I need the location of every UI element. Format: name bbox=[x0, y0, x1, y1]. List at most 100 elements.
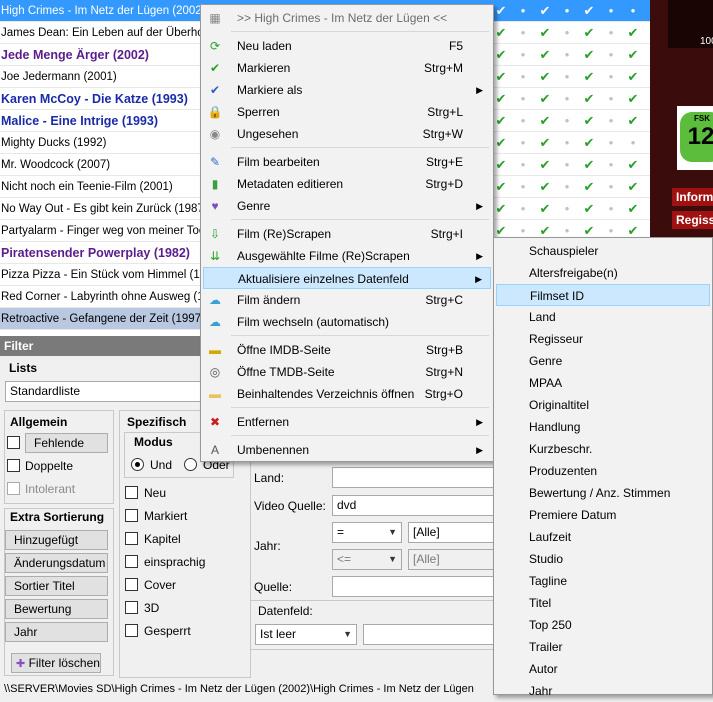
jahr-operator-1-select[interactable]: = ▼ bbox=[332, 522, 402, 543]
menu-item-film-ändern[interactable]: ☁ Film ändern Strg+C bbox=[203, 289, 491, 311]
3d-checkbox[interactable] bbox=[125, 601, 138, 614]
dot-icon: ● bbox=[564, 28, 570, 37]
submenu-item[interactable]: Tagline bbox=[496, 570, 710, 592]
menu-item-film-re-scrapen[interactable]: ⇩ Film (Re)Scrapen Strg+I bbox=[203, 223, 491, 245]
submenu-item[interactable]: Bewertung / Anz. Stimmen bbox=[496, 482, 710, 504]
submenu-item[interactable]: Genre bbox=[496, 350, 710, 372]
menu-separator bbox=[231, 147, 489, 148]
submenu-item[interactable]: Titel bbox=[496, 592, 710, 614]
menu-item-markiere-als[interactable]: ✔ Markiere als ▶ bbox=[203, 79, 491, 101]
check-icon: ✔ bbox=[495, 157, 507, 172]
intolerant-checkbox[interactable] bbox=[7, 482, 20, 495]
poster-thumbnail[interactable]: 100 bbox=[668, 0, 713, 48]
director-button[interactable]: Regiss bbox=[672, 211, 713, 229]
jahr-operator-2-select[interactable]: <= ▼ bbox=[332, 549, 402, 570]
fsk-rating-box: FSK 12 bbox=[677, 106, 713, 170]
menu-item-film-wechseln-automatisch[interactable]: ☁ Film wechseln (automatisch) bbox=[203, 311, 491, 333]
submenu-item[interactable]: Autor bbox=[496, 658, 710, 680]
datenfeld-operator-select[interactable]: Ist leer ▼ bbox=[255, 624, 357, 645]
menu-item-beinhaltendes-verzeichnis-öffnen[interactable]: ▬ Beinhaltendes Verzeichnis öffnen Strg+O bbox=[203, 383, 491, 405]
submenu-item-label: Studio bbox=[529, 552, 564, 566]
info-button[interactable]: Inform bbox=[672, 188, 713, 206]
land-field[interactable] bbox=[332, 467, 502, 488]
menu-item-film-bearbeiten[interactable]: ✎ Film bearbeiten Strg+E bbox=[203, 151, 491, 173]
neu-checkbox[interactable] bbox=[125, 486, 138, 499]
menu-item-neu-laden[interactable]: ⟳ Neu laden F5 bbox=[203, 35, 491, 57]
submenu-item[interactable]: Land bbox=[496, 306, 710, 328]
movie-title: Nicht noch ein Teenie-Film (2001) bbox=[1, 181, 173, 193]
submenu-item-label: Kurzbeschr. bbox=[529, 442, 593, 456]
check-icon: ✔ bbox=[583, 91, 595, 106]
check-icon: ✔ bbox=[495, 201, 507, 216]
jahr-value-1-select[interactable]: [Alle] bbox=[408, 522, 502, 543]
dot-icon: ● bbox=[564, 94, 570, 103]
submenu-item[interactable]: Premiere Datum bbox=[496, 504, 710, 526]
einsprachig-checkbox[interactable] bbox=[125, 555, 138, 568]
sort-rating-button[interactable]: Bewertung bbox=[5, 599, 108, 619]
fehlende-checkbox[interactable] bbox=[7, 436, 20, 449]
filter-clear-button[interactable]: ✚ Filter löschen bbox=[11, 653, 101, 673]
check-icon: ✔ bbox=[495, 179, 507, 194]
submenu-item[interactable]: Laufzeit bbox=[496, 526, 710, 548]
dot-icon: ● bbox=[608, 182, 614, 191]
menu-item-aktualisiere-einzelnes-datenfeld[interactable]: Aktualisiere einzelnes Datenfeld ▶ bbox=[203, 267, 491, 289]
menu-item-genre[interactable]: ♥ Genre ▶ bbox=[203, 195, 491, 217]
submenu-item[interactable]: Schauspieler bbox=[496, 240, 710, 262]
gesperrt-checkbox[interactable] bbox=[125, 624, 138, 637]
submenu-item[interactable]: Kurzbeschr. bbox=[496, 438, 710, 460]
quelle-field[interactable] bbox=[332, 576, 502, 597]
submenu-item[interactable]: Jahr bbox=[496, 680, 710, 702]
3d-label: 3D bbox=[144, 601, 160, 615]
sort-year-button[interactable]: Jahr bbox=[5, 622, 108, 642]
sort-changed-button[interactable]: Änderungsdatum bbox=[5, 553, 108, 573]
menu-item-öffne-imdb-seite[interactable]: ▬ Öffne IMDB-Seite Strg+B bbox=[203, 339, 491, 361]
jahr-operator-1-value: = bbox=[337, 525, 345, 539]
lock-icon: 🔒 bbox=[207, 105, 223, 119]
menu-item-öffne-tmdb-seite[interactable]: ◎ Öffne TMDB-Seite Strg+N bbox=[203, 361, 491, 383]
oder-radio[interactable] bbox=[184, 458, 197, 471]
submenu-item[interactable]: Altersfreigabe(n) bbox=[496, 262, 710, 284]
kapitel-label: Kapitel bbox=[144, 532, 181, 546]
menu-item-sperren[interactable]: 🔒 Sperren Strg+L bbox=[203, 101, 491, 123]
menu-separator bbox=[231, 335, 489, 336]
submenu-item[interactable]: MPAA bbox=[496, 372, 710, 394]
jahr-value-2-select[interactable]: [Alle] bbox=[408, 549, 502, 570]
submenu-item[interactable]: Filmset ID bbox=[496, 284, 710, 306]
video-quelle-select[interactable]: dvd bbox=[332, 495, 502, 516]
submenu-item[interactable]: Regisseur bbox=[496, 328, 710, 350]
menu-item-ausgewählte-filme-re-scrapen[interactable]: ⇊ Ausgewählte Filme (Re)Scrapen ▶ bbox=[203, 245, 491, 267]
menu-item-label: Sperren bbox=[237, 105, 280, 119]
chevron-down-icon: ▼ bbox=[388, 527, 397, 537]
fehlende-button[interactable]: Fehlende bbox=[25, 433, 108, 453]
doppelte-checkbox[interactable] bbox=[7, 459, 20, 472]
submenu-item[interactable]: Originaltitel bbox=[496, 394, 710, 416]
check-icon: ✔ bbox=[627, 201, 639, 216]
submenu-item[interactable]: Studio bbox=[496, 548, 710, 570]
menu-item-umbenennen[interactable]: A Umbenennen ▶ bbox=[203, 439, 491, 461]
list-select[interactable]: Standardliste bbox=[5, 381, 205, 402]
sort-added-button[interactable]: Hinzugefügt bbox=[5, 530, 108, 550]
und-radio[interactable] bbox=[131, 458, 144, 471]
kapitel-checkbox[interactable] bbox=[125, 532, 138, 545]
markiert-checkbox[interactable] bbox=[125, 509, 138, 522]
spezifisch-label: Spezifisch bbox=[127, 415, 187, 429]
datenfeld-field[interactable] bbox=[363, 624, 502, 645]
sort-title-button[interactable]: Sortier Titel bbox=[5, 576, 108, 596]
submenu-item[interactable]: Handlung bbox=[496, 416, 710, 438]
modus-label: Modus bbox=[134, 435, 173, 449]
submenu-item[interactable]: Trailer bbox=[496, 636, 710, 658]
submenu-item[interactable]: Top 250 bbox=[496, 614, 710, 636]
cover-checkbox[interactable] bbox=[125, 578, 138, 591]
menu-item-markieren[interactable]: ✔ Markieren Strg+M bbox=[203, 57, 491, 79]
dot-icon: ● bbox=[520, 160, 526, 169]
land-label: Land: bbox=[254, 471, 285, 485]
submenu-item-label: Genre bbox=[529, 354, 563, 368]
datenfeld-label: Datenfeld: bbox=[258, 604, 313, 618]
menu-item-metadaten-editieren[interactable]: ▮ Metadaten editieren Strg+D bbox=[203, 173, 491, 195]
submenu-item[interactable]: Produzenten bbox=[496, 460, 710, 482]
check-icon: ✔ bbox=[583, 69, 595, 84]
quelle-label: Quelle: bbox=[254, 580, 293, 594]
extra-sort-label: Extra Sortierung bbox=[10, 510, 105, 524]
menu-item-entfernen[interactable]: ✖ Entfernen ▶ bbox=[203, 411, 491, 433]
menu-item-ungesehen[interactable]: ◉ Ungesehen Strg+W bbox=[203, 123, 491, 145]
